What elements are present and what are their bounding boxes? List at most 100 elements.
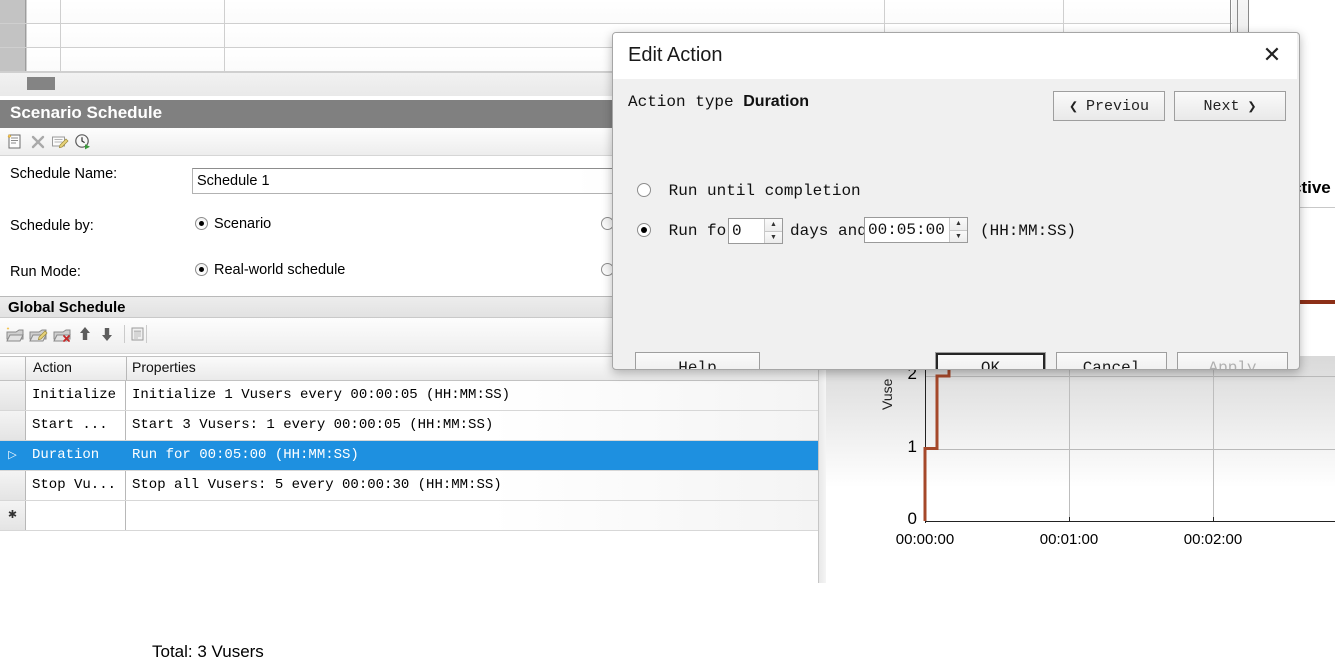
ok-button-label: OK <box>980 359 1001 370</box>
table-column-header-action[interactable]: Action <box>33 359 72 375</box>
edit-action-icon[interactable] <box>29 326 49 347</box>
next-button[interactable]: Next ❯ <box>1174 91 1286 121</box>
previous-button-label: Previou <box>1086 97 1150 115</box>
cell-action[interactable]: Start ... <box>27 411 126 440</box>
stepper-up-icon[interactable]: ▲ <box>950 218 967 231</box>
table-row[interactable]: ✱ <box>0 501 818 531</box>
cell-properties[interactable]: Initialize 1 Vusers every 00:00:05 (HH:M… <box>127 381 818 410</box>
radio-indicator <box>637 223 651 237</box>
move-up-icon[interactable] <box>78 326 92 345</box>
new-schedule-icon[interactable] <box>6 133 24 154</box>
cell-action[interactable]: Duration <box>27 441 126 470</box>
table-row[interactable]: Start ... Start 3 Vusers: 1 every 00:00:0… <box>0 411 818 441</box>
radio-indicator <box>637 183 651 197</box>
table-column-divider[interactable] <box>126 357 127 380</box>
next-button-label: Next <box>1203 97 1240 115</box>
stepper-up-icon[interactable]: ▲ <box>765 219 782 232</box>
row-selector[interactable] <box>0 381 26 410</box>
previous-button[interactable]: ❮ Previou <box>1053 91 1165 121</box>
days-stepper-arrows[interactable]: ▲ ▼ <box>764 219 782 243</box>
delete-action-icon[interactable] <box>53 326 73 347</box>
stepper-down-icon[interactable]: ▼ <box>950 230 967 242</box>
row-selector[interactable] <box>0 471 26 500</box>
dialog-footer: Help OK Cancel Apply <box>613 340 1297 370</box>
time-stepper-arrows[interactable]: ▲ ▼ <box>949 218 967 242</box>
chart-series-layer <box>923 364 951 521</box>
cell-properties[interactable]: Start 3 Vusers: 1 every 00:00:05 (HH:MM:… <box>127 411 818 440</box>
dialog-subheader: Action type Duration ❮ Previou Next ❯ <box>613 79 1297 129</box>
grid-scrollbar-thumb[interactable] <box>27 77 55 90</box>
toolbar-divider <box>146 325 147 343</box>
grid-column-divider <box>224 0 225 72</box>
days-input[interactable] <box>729 219 764 243</box>
cell-action[interactable]: Stop Vu... <box>27 471 126 500</box>
schedule-by-scenario-radio[interactable]: Scenario <box>195 216 271 232</box>
chevron-right-icon: ❯ <box>1247 98 1257 116</box>
run-schedule-icon[interactable] <box>74 133 92 154</box>
stepper-down-icon[interactable]: ▼ <box>765 231 782 243</box>
help-button[interactable]: Help <box>635 352 760 370</box>
delete-schedule-icon[interactable] <box>30 134 46 153</box>
dialog-title-bar: Edit Action ✕ <box>613 33 1297 79</box>
cell-properties[interactable]: Stop all Vusers: 5 every 00:00:30 (HH:MM… <box>127 471 818 500</box>
days-stepper[interactable]: ▲ ▼ <box>728 218 783 244</box>
total-vusers-label: Total: 3 Vusers <box>152 642 264 661</box>
chart-plot-area: 0 1 2 00:00:00 00:01:00 00:02:00 <box>826 356 1335 583</box>
chart-series-line <box>923 364 951 521</box>
run-mode-label: Run Mode: <box>10 264 81 280</box>
run-until-completion-radio[interactable]: Run until completion <box>637 182 861 200</box>
panel-splitter[interactable] <box>818 356 826 583</box>
cancel-button[interactable]: Cancel <box>1056 352 1167 370</box>
copy-icon[interactable] <box>130 326 146 345</box>
grid-column-divider <box>26 0 27 72</box>
row-selector[interactable]: ✱ <box>0 501 26 530</box>
apply-button-label: Apply <box>1208 359 1257 370</box>
row-selector[interactable]: ▷ <box>0 441 26 470</box>
cell-properties[interactable]: Run for 00:05:00 (HH:MM:SS) <box>127 441 818 470</box>
row-selector[interactable] <box>0 411 26 440</box>
days-and-label: days and <box>790 222 867 240</box>
run-mode-realworld-label: Real-world schedule <box>214 262 346 278</box>
chart-legend-swatch <box>1296 300 1335 304</box>
schedule-by-label: Schedule by: <box>10 218 94 234</box>
action-type-text: Action type Duration <box>628 93 809 111</box>
schedule-name-label: Schedule Name: <box>10 166 118 182</box>
chevron-left-icon: ❮ <box>1068 98 1078 116</box>
close-icon[interactable]: ✕ <box>1257 42 1287 70</box>
schedule-by-scenario-label: Scenario <box>214 216 272 232</box>
grid-column-divider <box>60 0 61 72</box>
run-until-completion-label: Run until completion <box>668 182 861 200</box>
cell-action[interactable]: Initialize <box>27 381 126 410</box>
schedule-actions-table[interactable]: Action Properties Initialize Initialize 1… <box>0 356 818 531</box>
edit-schedule-icon[interactable] <box>51 134 69 153</box>
add-action-icon[interactable] <box>5 326 25 347</box>
cell-properties[interactable] <box>127 501 818 530</box>
cell-action[interactable] <box>27 501 126 530</box>
move-down-icon[interactable] <box>100 326 114 345</box>
grid-row-header[interactable] <box>0 24 26 47</box>
radio-indicator <box>195 217 208 230</box>
table-corner-cell <box>0 357 26 380</box>
run-mode-realworld-radio[interactable]: Real-world schedule <box>195 262 345 278</box>
table-row[interactable]: Initialize Initialize 1 Vusers every 00:0… <box>0 381 818 411</box>
ok-button[interactable]: OK <box>935 352 1046 370</box>
apply-button: Apply <box>1177 352 1288 370</box>
action-type-value: Duration <box>743 93 810 110</box>
vusers-chart[interactable]: 0 1 2 00:00:00 00:01:00 00:02:00 <box>826 356 1335 583</box>
grid-row[interactable] <box>0 0 1232 24</box>
grid-row-header[interactable] <box>0 48 26 71</box>
duration-time-input[interactable] <box>865 218 949 242</box>
dialog-body: Run until completion Run for ▲ ▼ days an… <box>613 129 1297 340</box>
edit-action-dialog[interactable]: Edit Action ✕ Action type Duration ❮ Pre… <box>612 32 1300 370</box>
help-button-label: Help <box>678 359 717 370</box>
duration-time-stepper[interactable]: ▲ ▼ <box>864 217 968 243</box>
table-row[interactable]: ▷ Duration Run for 00:05:00 (HH:MM:SS) <box>0 441 818 471</box>
table-column-header-properties[interactable]: Properties <box>132 359 196 375</box>
cancel-button-label: Cancel <box>1082 359 1141 370</box>
table-row[interactable]: Stop Vu... Stop all Vusers: 5 every 00:00… <box>0 471 818 501</box>
action-type-label: Action type <box>628 93 734 111</box>
grid-row-header[interactable] <box>0 0 26 23</box>
dialog-title: Edit Action <box>628 44 723 66</box>
run-for-radio[interactable]: Run for <box>637 222 736 240</box>
run-for-label: Run for <box>668 222 736 240</box>
